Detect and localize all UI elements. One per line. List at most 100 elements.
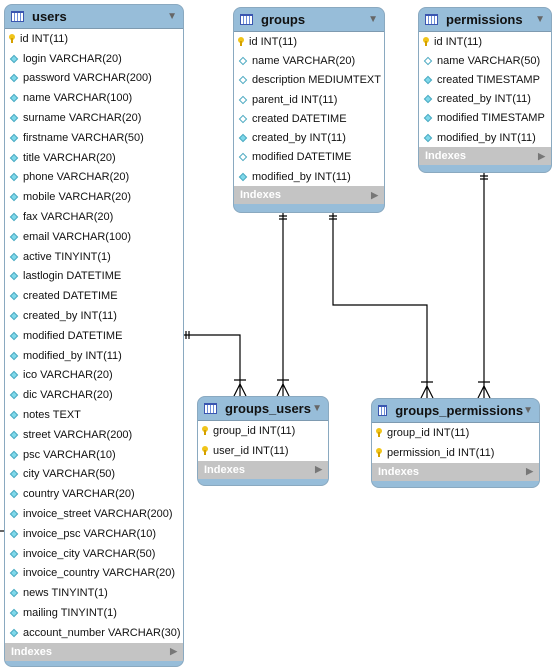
column-row[interactable]: email VARCHAR(100)	[5, 227, 183, 247]
table-groups_permissions[interactable]: groups_permissions ▼ group_id INT(11) perm…	[371, 398, 540, 488]
column-label: phone VARCHAR(20)	[23, 171, 130, 184]
column-row[interactable]: modified TIMESTAMP	[419, 109, 551, 128]
table-permissions[interactable]: permissions ▼ id INT(11) name VARCHAR(50) c…	[418, 7, 552, 173]
column-row[interactable]: news TINYINT(1)	[5, 583, 183, 603]
collapse-triangle-icon[interactable]: ▼	[312, 403, 322, 414]
indexes-section[interactable]: Indexes ▶	[372, 462, 539, 481]
column-row[interactable]: dic VARCHAR(20)	[5, 385, 183, 405]
column-label: country VARCHAR(20)	[23, 488, 135, 501]
indexes-section[interactable]: Indexes ▶	[419, 147, 551, 166]
not-null-column-icon	[9, 54, 19, 63]
column-label: invoice_psc VARCHAR(10)	[23, 527, 157, 540]
column-row[interactable]: invoice_city VARCHAR(50)	[5, 544, 183, 564]
table-header[interactable]: groups_users ▼	[198, 397, 328, 420]
collapse-triangle-icon[interactable]: ▼	[535, 14, 545, 25]
column-row[interactable]: invoice_country VARCHAR(20)	[5, 564, 183, 584]
column-row[interactable]: city VARCHAR(50)	[5, 465, 183, 485]
indexes-section[interactable]: Indexes ▶	[198, 460, 328, 479]
expand-arrow-icon[interactable]: ▶	[526, 466, 533, 477]
indexes-section[interactable]: Indexes ▶	[234, 186, 384, 205]
column-row[interactable]: notes TEXT	[5, 405, 183, 425]
column-row[interactable]: created_by INT(11)	[5, 306, 183, 326]
column-label: group_id INT(11)	[387, 426, 470, 439]
not-null-column-icon	[9, 371, 19, 380]
column-row[interactable]: mobile VARCHAR(20)	[5, 187, 183, 207]
collapse-triangle-icon[interactable]: ▼	[167, 11, 177, 22]
column-row[interactable]: modified_by INT(11)	[234, 167, 384, 186]
column-row[interactable]: parent_id INT(11)	[234, 90, 384, 109]
column-row[interactable]: name VARCHAR(20)	[234, 51, 384, 70]
column-row[interactable]: invoice_street VARCHAR(200)	[5, 504, 183, 524]
column-row[interactable]: password VARCHAR(200)	[5, 69, 183, 89]
column-label: created TIMESTAMP	[437, 73, 540, 86]
column-row[interactable]: id INT(11)	[419, 32, 551, 51]
column-row[interactable]: description MEDIUMTEXT	[234, 71, 384, 90]
indexes-section[interactable]: Indexes ▶	[5, 642, 183, 661]
column-row[interactable]: account_number VARCHAR(30)	[5, 623, 183, 643]
column-row[interactable]: invoice_psc VARCHAR(10)	[5, 524, 183, 544]
column-label: id INT(11)	[434, 35, 483, 48]
table-header[interactable]: permissions ▼	[419, 8, 551, 31]
column-row[interactable]: country VARCHAR(20)	[5, 484, 183, 504]
not-null-column-icon	[9, 509, 19, 519]
column-row[interactable]: active TINYINT(1)	[5, 247, 183, 267]
column-row[interactable]: surname VARCHAR(20)	[5, 108, 183, 128]
column-row[interactable]: modified_by INT(11)	[5, 346, 183, 366]
column-row[interactable]: psc VARCHAR(10)	[5, 445, 183, 465]
column-row[interactable]: created_by INT(11)	[419, 90, 551, 109]
column-row[interactable]: created TIMESTAMP	[419, 70, 551, 89]
column-row[interactable]: created DATETIME	[5, 286, 183, 306]
collapse-triangle-icon[interactable]: ▼	[368, 14, 378, 25]
table-title: groups_users	[225, 401, 311, 416]
table-icon	[11, 11, 24, 22]
column-row[interactable]: user_id INT(11)	[198, 441, 328, 461]
table-header[interactable]: groups ▼	[234, 8, 384, 31]
column-label: invoice_street VARCHAR(200)	[23, 508, 173, 521]
primary-key-icon	[202, 446, 208, 456]
column-row[interactable]: id INT(11)	[5, 29, 183, 49]
column-row[interactable]: street VARCHAR(200)	[5, 425, 183, 445]
column-row[interactable]: modified_by INT(11)	[419, 128, 551, 147]
rel-users-groups_users	[183, 334, 241, 396]
column-label: login VARCHAR(20)	[23, 52, 122, 65]
primary-key-icon	[9, 34, 15, 44]
not-null-column-icon	[9, 390, 19, 400]
column-label: created_by INT(11)	[252, 132, 346, 145]
column-row[interactable]: modified DATETIME	[5, 326, 183, 346]
column-row[interactable]: name VARCHAR(50)	[419, 51, 551, 70]
column-row[interactable]: phone VARCHAR(20)	[5, 168, 183, 188]
column-row[interactable]: ico VARCHAR(20)	[5, 366, 183, 386]
column-label: id INT(11)	[20, 32, 69, 45]
table-header[interactable]: groups_permissions ▼	[372, 399, 539, 422]
indexes-label: Indexes	[11, 645, 52, 658]
column-row[interactable]: modified DATETIME	[234, 148, 384, 167]
column-row[interactable]: mailing TINYINT(1)	[5, 603, 183, 623]
table-users[interactable]: users ▼ id INT(11) login VARCHAR(20) passwo…	[4, 4, 184, 667]
not-null-column-icon	[9, 450, 19, 459]
column-row[interactable]: title VARCHAR(20)	[5, 148, 183, 168]
column-row[interactable]: name VARCHAR(100)	[5, 88, 183, 108]
not-null-column-icon	[9, 529, 19, 539]
column-row[interactable]: created DATETIME	[234, 109, 384, 128]
expand-arrow-icon[interactable]: ▶	[170, 646, 177, 657]
table-header[interactable]: users ▼	[5, 5, 183, 28]
column-row[interactable]: fax VARCHAR(20)	[5, 207, 183, 227]
expand-arrow-icon[interactable]: ▶	[371, 190, 378, 201]
column-row[interactable]: created_by INT(11)	[234, 128, 384, 147]
column-row[interactable]: group_id INT(11)	[198, 421, 328, 441]
collapse-triangle-icon[interactable]: ▼	[523, 405, 533, 416]
column-row[interactable]: firstname VARCHAR(50)	[5, 128, 183, 148]
table-icon	[378, 405, 388, 416]
table-groups[interactable]: groups ▼ id INT(11) name VARCHAR(20) descri…	[233, 7, 385, 213]
expand-arrow-icon[interactable]: ▶	[315, 464, 322, 475]
column-row[interactable]: login VARCHAR(20)	[5, 49, 183, 69]
table-title: permissions	[446, 12, 523, 27]
column-row[interactable]: id INT(11)	[234, 32, 384, 51]
column-row[interactable]: group_id INT(11)	[372, 423, 539, 443]
column-row[interactable]: lastlogin DATETIME	[5, 267, 183, 287]
column-row[interactable]: permission_id INT(11)	[372, 443, 539, 463]
table-groups_users[interactable]: groups_users ▼ group_id INT(11) user_id IN…	[197, 396, 329, 486]
not-null-column-icon	[9, 212, 19, 222]
expand-arrow-icon[interactable]: ▶	[538, 151, 545, 162]
table-icon	[240, 14, 253, 25]
